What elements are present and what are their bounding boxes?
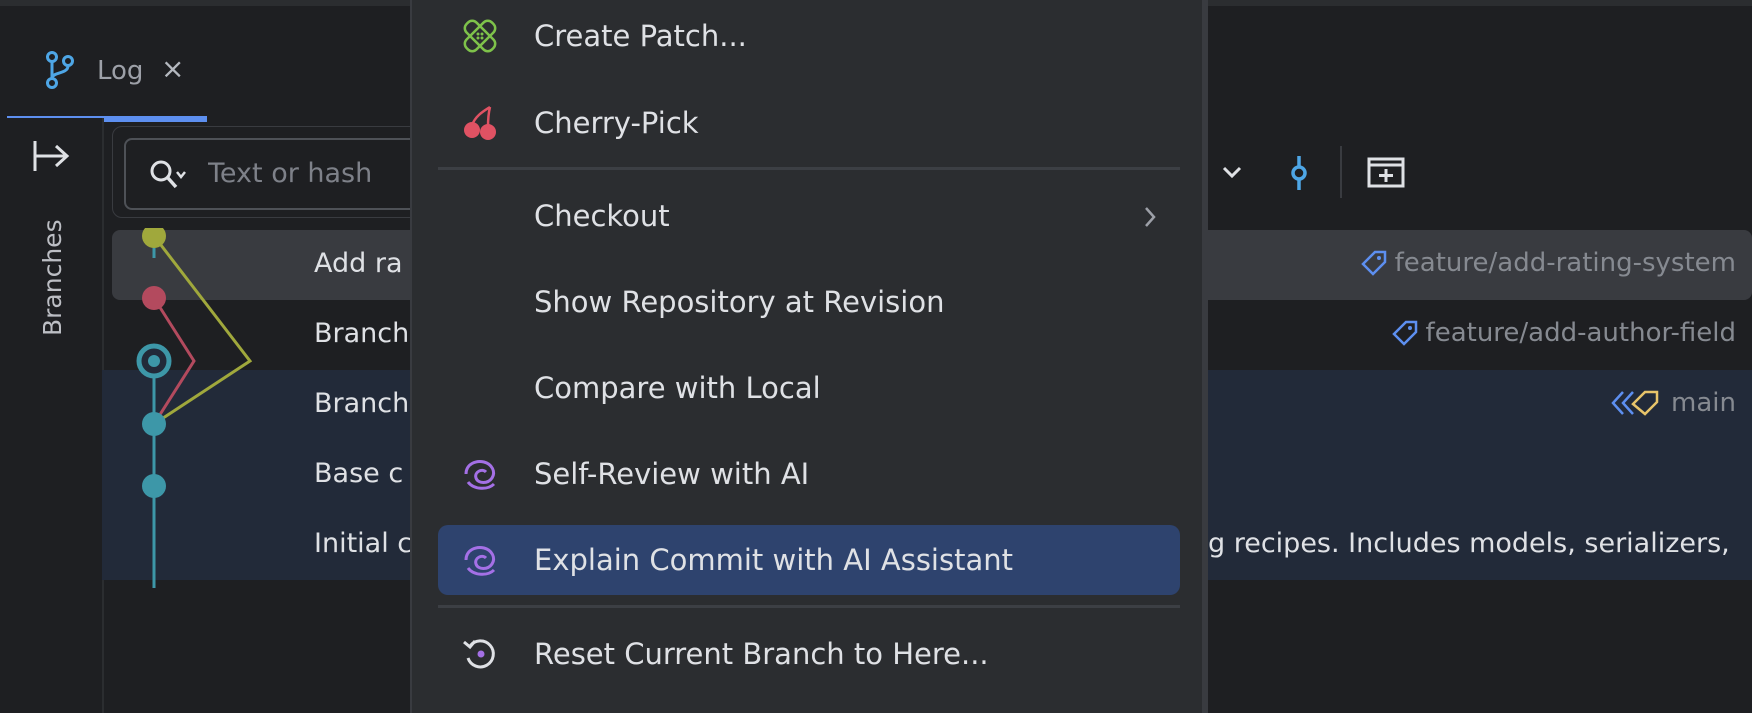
- menu-separator: [438, 605, 1180, 608]
- commit-message: Add ra: [314, 248, 403, 279]
- git-branch-icon: [46, 51, 74, 89]
- commit-ref: feature/add-rating-system: [1359, 248, 1736, 278]
- new-tab-icon[interactable]: [1366, 154, 1406, 190]
- menu-item-cherry-pick[interactable]: Cherry-Pick: [438, 88, 1180, 158]
- commit-message: Branch: [314, 318, 410, 349]
- menu-item-label: Self-Review with AI: [534, 457, 810, 491]
- expand-panel-icon[interactable]: [32, 138, 72, 174]
- menu-item-label: Compare with Local: [534, 371, 821, 405]
- tag-icon: [1391, 320, 1417, 346]
- menu-item-reset-branch[interactable]: Reset Current Branch to Here...: [438, 619, 1180, 689]
- commit-node: [142, 474, 166, 498]
- commit-message-continuation: g recipes. Includes models, serializers,: [1208, 528, 1730, 559]
- toolbar-separator: [1340, 146, 1342, 198]
- menu-item-checkout[interactable]: Checkout: [438, 181, 1180, 251]
- ai-spiral-icon: [464, 460, 496, 490]
- tab-log[interactable]: Log ×: [7, 12, 207, 122]
- tag-icon: [1360, 250, 1386, 276]
- menu-item-label: Cherry-Pick: [534, 106, 699, 140]
- commit-node: [142, 286, 166, 310]
- menu-item-label: Show Repository at Revision: [534, 285, 945, 319]
- commit-ref: feature/add-author-field: [1390, 318, 1736, 348]
- menu-item-label: Explain Commit with AI Assistant: [534, 543, 1013, 577]
- commit-ref: main: [1609, 388, 1736, 418]
- menu-item-show-repository[interactable]: Show Repository at Revision: [438, 267, 1180, 337]
- menu-item-label: Reset Current Branch to Here...: [534, 637, 989, 671]
- commit-node: [142, 412, 166, 436]
- commit-message: Branch: [314, 388, 410, 419]
- graph-edge: [152, 235, 253, 426]
- menu-item-create-patch[interactable]: Create Patch...: [438, 1, 1180, 71]
- menu-separator: [438, 167, 1180, 170]
- commit-ref-label: main: [1671, 388, 1736, 418]
- menu-item-compare-local[interactable]: Compare with Local: [438, 353, 1180, 423]
- cherry-icon: [464, 105, 496, 140]
- head-commit-dot: [148, 355, 160, 367]
- close-icon[interactable]: ×: [161, 52, 184, 85]
- menu-item-label: Create Patch...: [534, 19, 747, 53]
- commit-graph: [136, 228, 253, 588]
- patch-icon: [463, 19, 497, 53]
- commit-message: Base c: [314, 458, 404, 489]
- commit-message: Initial c: [314, 528, 413, 559]
- commit-context-menu: Create Patch... Cherry-Pick Checkout Sho…: [410, 0, 1208, 713]
- commit-ref-label: feature/add-rating-system: [1394, 248, 1736, 278]
- branches-side-panel: Branches: [0, 118, 104, 713]
- menu-item-self-review-ai[interactable]: Self-Review with AI: [438, 439, 1180, 509]
- commit-node-icon[interactable]: [1282, 150, 1316, 196]
- search-icon[interactable]: [148, 158, 188, 192]
- branches-panel-label[interactable]: Branches: [38, 206, 67, 336]
- tab-log-label: Log: [97, 56, 144, 86]
- reset-icon: [463, 639, 495, 669]
- commit-ref-label: feature/add-author-field: [1425, 318, 1736, 348]
- main-branch-tags-icon: [1611, 390, 1659, 416]
- chevron-right-icon: [1145, 207, 1156, 227]
- ai-spiral-icon: [464, 546, 496, 576]
- chevron-down-icon[interactable]: [1214, 154, 1250, 190]
- menu-item-label: Checkout: [534, 199, 670, 233]
- menu-item-explain-commit-ai[interactable]: Explain Commit with AI Assistant: [438, 525, 1180, 595]
